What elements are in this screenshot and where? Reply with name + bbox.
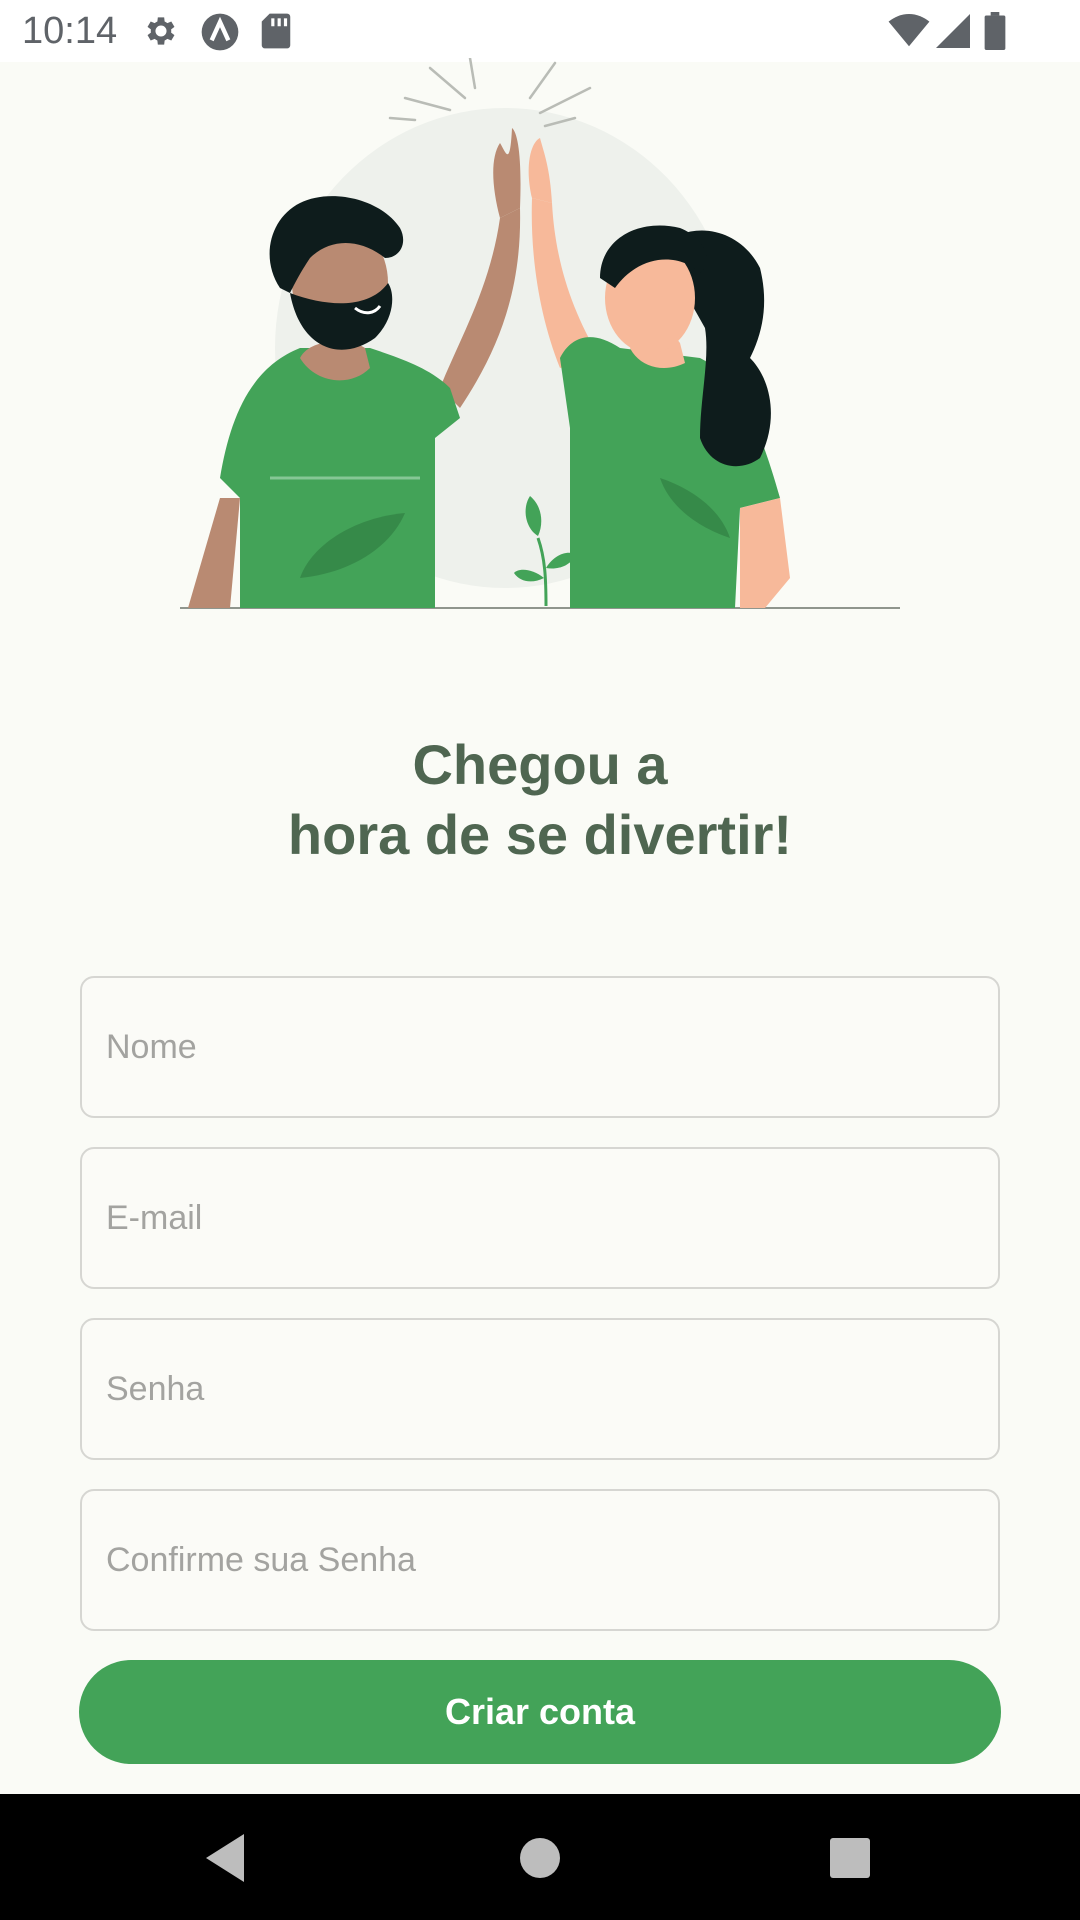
status-bar: 10:14 [0, 0, 1080, 62]
home-icon[interactable] [508, 1826, 572, 1890]
navigation-bar [0, 1794, 1080, 1920]
email-input[interactable] [82, 1149, 998, 1287]
signal-icon [936, 14, 970, 48]
password-input[interactable] [82, 1320, 998, 1458]
password-field[interactable] [80, 1318, 1000, 1460]
app-a-icon [201, 13, 239, 51]
page-title: Chegou a hora de se divertir! [0, 730, 1080, 870]
back-icon[interactable] [194, 1826, 258, 1890]
sd-card-icon [261, 13, 291, 49]
high-five-illustration [180, 58, 900, 609]
title-line-2: hora de se divertir! [287, 803, 793, 866]
wifi-icon [888, 14, 930, 47]
name-field[interactable] [80, 976, 1000, 1118]
confirm-password-input[interactable] [82, 1491, 998, 1629]
recents-icon[interactable] [818, 1826, 882, 1890]
status-time: 10:14 [22, 10, 118, 52]
name-input[interactable] [82, 978, 998, 1116]
gear-icon [147, 17, 175, 45]
title-line-1: Chegou a [412, 733, 668, 796]
battery-icon [984, 12, 1006, 50]
email-field[interactable] [80, 1147, 1000, 1289]
create-account-button[interactable]: Criar conta [79, 1660, 1001, 1764]
confirm-password-field[interactable] [80, 1489, 1000, 1631]
